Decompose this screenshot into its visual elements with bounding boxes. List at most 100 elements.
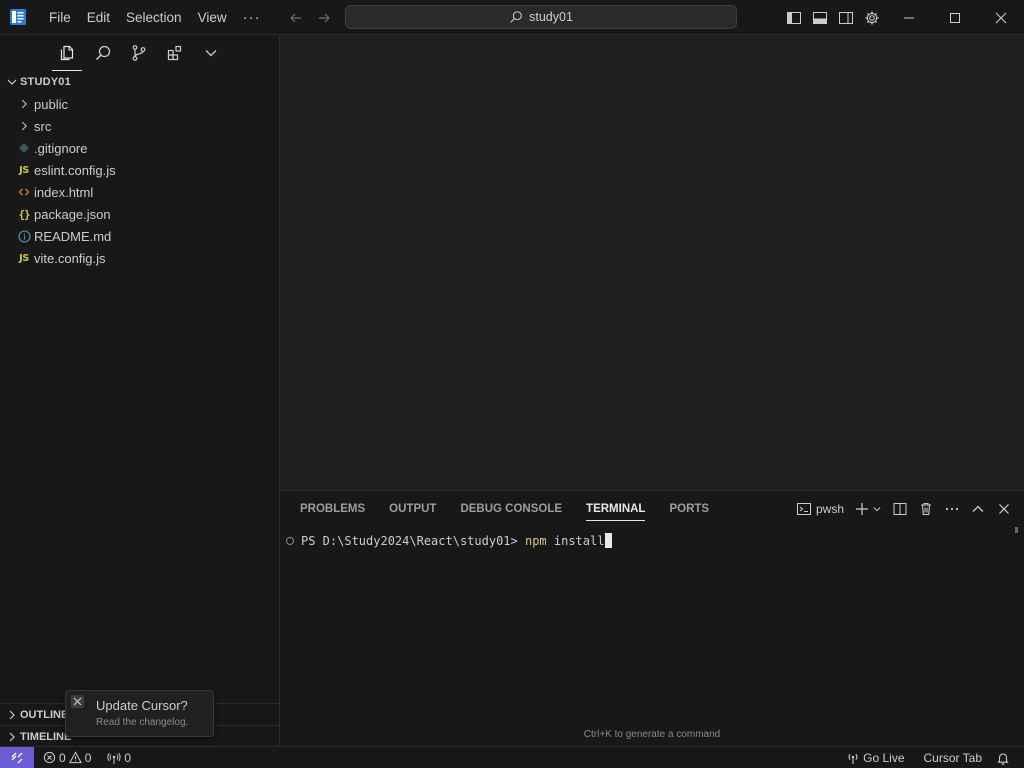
source-control-icon [132, 45, 146, 61]
explorer-tab[interactable] [52, 43, 82, 71]
trash-icon[interactable] [918, 501, 934, 517]
editor-area[interactable] [280, 35, 1024, 490]
tree-item-label: index.html [34, 184, 94, 200]
maximize-button[interactable] [932, 0, 978, 35]
toggle-panel-icon[interactable] [812, 10, 828, 26]
terminal-command-args: install [546, 533, 605, 548]
maximize-panel-chevron-up-icon[interactable] [970, 501, 986, 517]
forward-arrow-icon[interactable] [316, 10, 332, 26]
command-status-circle-icon[interactable] [286, 536, 294, 545]
ports-status[interactable]: 0 [102, 751, 136, 765]
terminal-prompt-line[interactable]: PS D:\Study2024\React\study01> npm insta… [286, 533, 613, 548]
tab-output[interactable]: OUTPUT [377, 491, 448, 527]
more-actions-icon[interactable] [944, 501, 960, 517]
menu-file[interactable]: File [41, 0, 79, 35]
close-icon [995, 12, 1007, 23]
json-icon: {} [18, 207, 30, 221]
layout-controls [786, 0, 880, 35]
chevron-right-icon [9, 710, 15, 719]
terminal-icon [796, 503, 811, 515]
error-count: 0 [59, 750, 66, 765]
navigation-arrows [288, 0, 332, 35]
notification-close-button[interactable] [71, 695, 84, 708]
window-controls [886, 0, 1024, 35]
minimize-button[interactable] [886, 0, 932, 35]
explorer-folder-header[interactable]: STUDY01 [0, 71, 279, 93]
tree-item-label: package.json [34, 206, 111, 222]
settings-gear-icon[interactable] [864, 10, 880, 26]
close-icon [73, 697, 82, 706]
toggle-primary-sidebar-icon[interactable] [786, 10, 802, 26]
chevron-down-icon[interactable] [872, 504, 882, 514]
notification-changelog-link[interactable]: Read the changelog. [96, 717, 188, 728]
tree-item-label: eslint.config.js [34, 162, 116, 178]
terminal-hint: Ctrl+K to generate a command [583, 729, 721, 740]
tree-file-package-json[interactable]: {} package.json [0, 203, 279, 225]
terminal-prompt: PS D:\Study2024\React\study01> [301, 533, 525, 548]
command-center-text: study01 [529, 10, 573, 24]
files-icon [60, 45, 74, 61]
menu-view[interactable]: View [190, 0, 235, 35]
tree-file-eslint-config[interactable]: JS eslint.config.js [0, 159, 279, 181]
broadcast-icon [107, 752, 121, 764]
bottom-panel: PROBLEMS OUTPUT DEBUG CONSOLE TERMINAL P… [280, 490, 1024, 746]
warning-count: 0 [84, 750, 92, 765]
back-arrow-icon[interactable] [288, 10, 304, 26]
terminal-shell-selector[interactable]: pwsh [796, 501, 844, 517]
git-icon [16, 140, 32, 156]
menu-edit[interactable]: Edit [79, 0, 118, 35]
chevron-down-icon [7, 79, 17, 85]
panel-actions: pwsh [796, 491, 1012, 527]
chevron-right-icon [16, 118, 32, 134]
terminal-scrollbar[interactable] [1015, 527, 1018, 533]
source-control-tab[interactable] [129, 43, 149, 63]
js-icon: JS [19, 164, 29, 176]
problems-status[interactable]: 0 0 [38, 751, 96, 765]
ports-count: 0 [124, 750, 132, 765]
bell-icon[interactable] [996, 751, 1010, 765]
split-terminal-icon[interactable] [892, 501, 908, 517]
status-bar: 0 0 0 Go Live Cursor Tab [0, 746, 1024, 768]
go-live-button[interactable]: Go Live [841, 751, 909, 765]
command-center-search[interactable]: study01 [345, 5, 737, 29]
close-window-button[interactable] [978, 0, 1024, 35]
tree-file-index-html[interactable]: index.html [0, 181, 279, 203]
remote-indicator-button[interactable] [0, 746, 34, 768]
notification-title: Update Cursor? [96, 698, 188, 713]
tree-item-label: src [34, 118, 52, 134]
tree-folder-src[interactable]: src [0, 115, 279, 137]
toggle-secondary-sidebar-icon[interactable] [838, 10, 854, 26]
extensions-icon [167, 45, 182, 61]
new-terminal-button[interactable] [854, 501, 882, 517]
menu-more-button[interactable]: ··· [235, 9, 269, 26]
tree-item-label: .gitignore [34, 140, 88, 156]
tree-file-readme[interactable]: README.md [0, 225, 279, 247]
tab-problems[interactable]: PROBLEMS [288, 491, 377, 527]
search-tab[interactable] [93, 43, 113, 63]
chevron-right-icon [16, 96, 32, 112]
tab-ports[interactable]: PORTS [657, 491, 721, 527]
tree-item-label: vite.config.js [34, 250, 106, 266]
close-panel-icon[interactable] [996, 501, 1012, 517]
cursor-tab-status[interactable]: Cursor Tab [924, 751, 982, 765]
tree-file-vite-config[interactable]: JS vite.config.js [0, 247, 279, 269]
tab-terminal[interactable]: TERMINAL [574, 491, 657, 527]
tab-debug-console[interactable]: DEBUG CONSOLE [448, 491, 574, 527]
activity-bar [0, 35, 279, 71]
menu-selection[interactable]: Selection [118, 0, 190, 35]
extensions-tab[interactable] [165, 43, 185, 63]
chevron-down-icon [205, 50, 217, 57]
terminal-command-name: npm [524, 533, 547, 548]
outline-label: OUTLINE [20, 708, 69, 721]
tree-item-label: public [34, 96, 68, 112]
broadcast-icon [848, 753, 858, 764]
timeline-label: TIMELINE [20, 730, 72, 743]
more-views-dropdown[interactable] [201, 43, 221, 63]
app-logo-icon[interactable] [9, 8, 27, 26]
tree-file-gitignore[interactable]: .gitignore [0, 137, 279, 159]
update-notification[interactable]: Update Cursor? Read the changelog. [65, 690, 214, 737]
info-icon [16, 228, 32, 244]
tree-folder-public[interactable]: public [0, 93, 279, 115]
status-bar-right: Go Live Cursor Tab [841, 747, 1024, 768]
remote-icon [11, 752, 23, 763]
